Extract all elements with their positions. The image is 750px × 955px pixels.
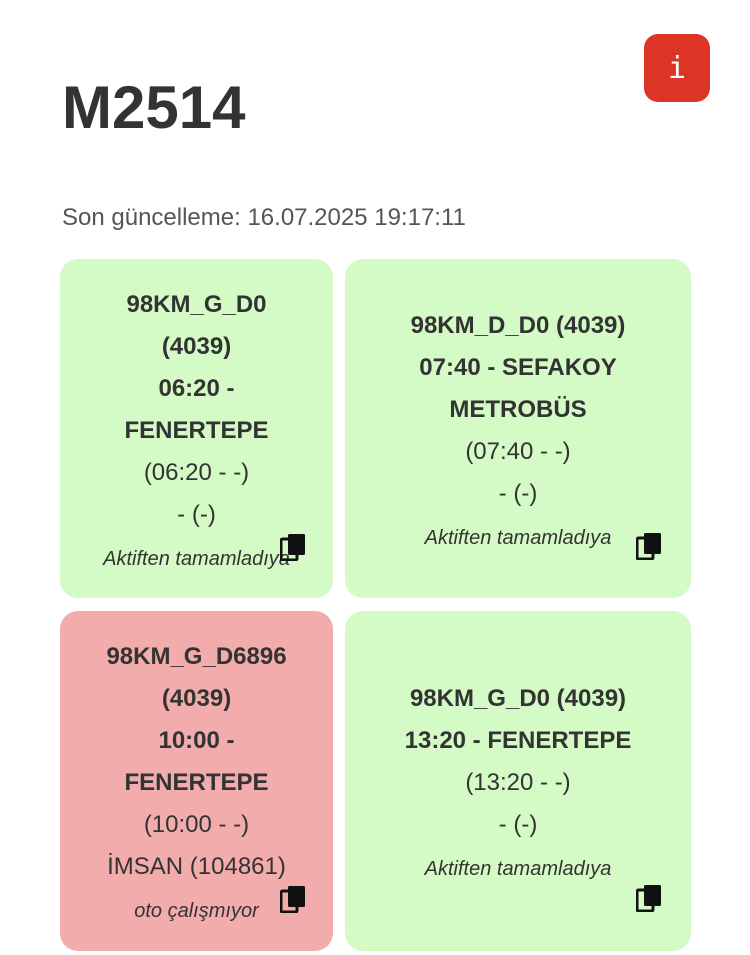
- copy-icon[interactable]: [280, 533, 306, 561]
- trip-route-code: 98KM_G_D0: [126, 290, 267, 318]
- trip-departure-time: 13:20 - FENERTEPE: [404, 727, 632, 754]
- trip-departure-time: 06:20 -: [158, 374, 235, 402]
- trip-destination: FENERTEPE: [124, 416, 269, 444]
- copy-icon[interactable]: [636, 532, 662, 560]
- trip-route-code: 98KM_G_D0 (4039): [409, 685, 627, 712]
- trip-departure-time: 10:00 -: [158, 727, 235, 754]
- copy-icon[interactable]: [636, 884, 662, 912]
- trip-card[interactable]: 98KM_G_D0 (4039) 13:20 - FENERTEPE (13:2…: [345, 611, 691, 951]
- trip-driver: İMSAN (104861): [107, 853, 286, 880]
- trip-status: Aktiften tamamladıya: [424, 526, 612, 549]
- trip-card[interactable]: 98KM_G_D6896 (4039) 10:00 - FENERTEPE (1…: [60, 611, 333, 951]
- trip-route-code: 98KM_G_D6896: [106, 643, 287, 670]
- trip-card-grid: 98KM_G_D0 (4039) 06:20 - FENERTEPE (06:2…: [60, 259, 691, 951]
- info-button[interactable]: i: [644, 34, 710, 102]
- last-updated-text: Son güncelleme: 16.07.2025 19:17:11: [62, 204, 466, 231]
- trip-time-range: (13:20 - -): [465, 769, 571, 796]
- copy-icon[interactable]: [280, 885, 306, 913]
- trip-card[interactable]: 98KM_G_D0 (4039) 06:20 - FENERTEPE (06:2…: [60, 259, 333, 598]
- trip-driver: - (-): [498, 811, 538, 838]
- trip-time-range: (06:20 - -): [143, 458, 250, 486]
- trip-driver: - (-): [177, 500, 216, 528]
- trip-status: oto çalışmıyor: [134, 900, 259, 922]
- trip-vehicle-id: (4039): [161, 332, 232, 360]
- page-title: M2514: [62, 74, 246, 141]
- trip-destination: METROBÜS: [449, 395, 587, 423]
- trip-vehicle-id: (4039): [161, 685, 232, 712]
- trip-driver: - (-): [498, 479, 538, 507]
- trip-card[interactable]: 98KM_D_D0 (4039) 07:40 - SEFAKOY METROBÜ…: [345, 259, 691, 598]
- trip-status: Aktiften tamamladıya: [424, 858, 612, 880]
- trip-departure-time: 07:40 - SEFAKOY: [419, 353, 617, 381]
- info-icon: i: [667, 50, 687, 86]
- trip-destination: FENERTEPE: [124, 769, 269, 796]
- trip-time-range: (07:40 - -): [465, 437, 571, 465]
- trip-time-range: (10:00 - -): [143, 811, 250, 838]
- trip-status: Aktiften tamamladıya: [103, 547, 290, 570]
- trip-route-code: 98KM_D_D0 (4039): [410, 311, 626, 339]
